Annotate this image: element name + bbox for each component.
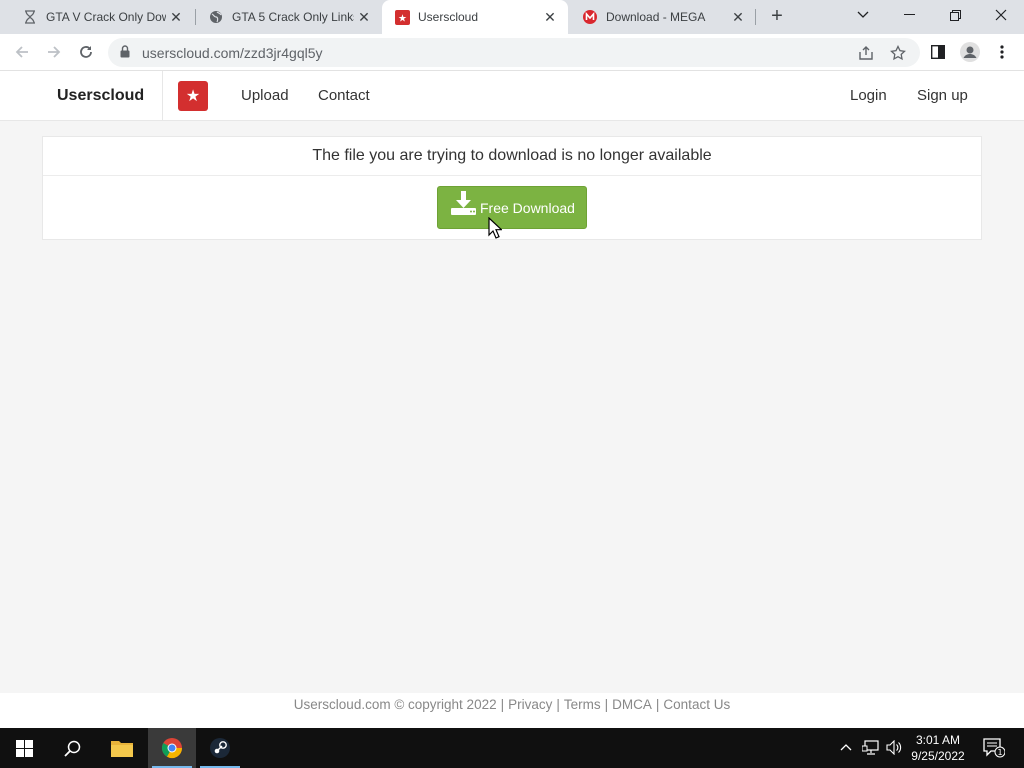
footer-contact-link[interactable]: Contact Us: [663, 697, 730, 712]
close-window-icon[interactable]: [978, 0, 1024, 30]
footer-privacy-link[interactable]: Privacy: [508, 697, 552, 712]
clock-date: 9/25/2022: [911, 749, 965, 763]
mouse-pointer-icon: [488, 216, 504, 244]
search-icon[interactable]: [48, 728, 96, 768]
tab-title: Userscloud: [418, 10, 479, 24]
back-arrow-icon[interactable]: [10, 40, 34, 64]
hourglass-icon: [22, 9, 38, 25]
tab-gta-5-crack-links[interactable]: GTA 5 Crack Only Links ✕: [186, 0, 382, 34]
unavailable-message: The file you are trying to download is n…: [43, 137, 981, 176]
nav-divider: [162, 71, 163, 121]
tab-divider: [755, 9, 756, 25]
globe-icon: [208, 9, 224, 25]
footer-copyright: Userscloud.com © copyright 2022: [293, 697, 497, 712]
download-panel: The file you are trying to download is n…: [42, 136, 982, 240]
close-tab-icon[interactable]: ✕: [728, 9, 748, 26]
show-hidden-icons-chevron-icon[interactable]: [840, 740, 852, 754]
site-footer: Userscloud.com © copyright 2022 | Privacy |…: [0, 693, 1024, 728]
tab-title: GTA 5 Crack Only Links: [232, 10, 354, 24]
side-panel-icon[interactable]: [926, 40, 950, 64]
close-tab-icon[interactable]: ✕: [540, 9, 560, 26]
footer-dmca-link[interactable]: DMCA: [612, 697, 652, 712]
tab-userscloud[interactable]: ★ Userscloud ✕: [382, 0, 568, 34]
address-bar[interactable]: userscloud.com/zzd3jr4gql5y: [108, 38, 920, 67]
browser-toolbar: userscloud.com/zzd3jr4gql5y: [0, 34, 1024, 71]
userscloud-logo-icon[interactable]: ★: [178, 81, 208, 111]
nav-contact-link[interactable]: Contact: [318, 87, 370, 104]
brand-link[interactable]: Userscloud: [57, 87, 144, 105]
forward-arrow-icon[interactable]: [42, 40, 66, 64]
svg-text:★: ★: [398, 13, 407, 24]
network-icon[interactable]: [861, 740, 880, 758]
notification-count: 1: [997, 748, 1002, 757]
restore-icon[interactable]: [932, 0, 978, 30]
tab-title: GTA V Crack Only Download: [46, 10, 166, 24]
tab-gta-v-crack[interactable]: GTA V Crack Only Download ✕: [0, 0, 194, 34]
windows-start-icon[interactable]: [0, 728, 48, 768]
nav-upload-link[interactable]: Upload: [241, 87, 289, 104]
footer-terms-link[interactable]: Terms: [564, 697, 601, 712]
kebab-menu-icon[interactable]: [990, 40, 1014, 64]
windows-taskbar: 3:01 AM 9/25/2022 1: [0, 728, 1024, 768]
new-tab-plus-icon[interactable]: +: [766, 6, 788, 28]
reload-icon[interactable]: [74, 40, 98, 64]
web-page: Userscloud ★ Upload Contact Login Sign u…: [0, 71, 1024, 728]
download-icon: [450, 190, 477, 219]
tab-search-chevron-icon[interactable]: [840, 0, 886, 30]
tab-mega-download[interactable]: Download - MEGA ✕: [568, 0, 756, 34]
steam-icon[interactable]: [196, 728, 244, 768]
site-navbar: Userscloud ★ Upload Contact Login Sign u…: [0, 71, 1024, 121]
nav-signup-link[interactable]: Sign up: [917, 87, 968, 104]
profile-avatar-icon[interactable]: [958, 40, 982, 64]
bookmark-star-icon[interactable]: [890, 44, 906, 61]
minimize-icon[interactable]: [886, 0, 932, 30]
mega-icon: [582, 9, 598, 25]
free-download-button[interactable]: Free Download: [437, 186, 587, 229]
system-clock[interactable]: 3:01 AM 9/25/2022: [900, 732, 976, 764]
lock-icon[interactable]: [120, 45, 130, 63]
clock-time: 3:01 AM: [915, 733, 961, 747]
notification-center-icon[interactable]: 1: [983, 738, 1006, 761]
free-download-label: Free Download: [480, 199, 575, 216]
browser-tab-strip: GTA V Crack Only Download ✕ GTA 5 Crack …: [0, 0, 1024, 34]
nav-login-link[interactable]: Login: [850, 87, 887, 104]
close-tab-icon[interactable]: ✕: [166, 9, 186, 26]
share-icon[interactable]: [858, 45, 874, 61]
close-tab-icon[interactable]: ✕: [354, 9, 374, 26]
userscloud-star-icon: ★: [394, 9, 410, 25]
url-text: userscloud.com/zzd3jr4gql5y: [142, 45, 323, 61]
tab-title: Download - MEGA: [606, 10, 706, 24]
file-explorer-icon[interactable]: [98, 728, 146, 768]
chrome-taskbar-icon[interactable]: [148, 728, 196, 768]
